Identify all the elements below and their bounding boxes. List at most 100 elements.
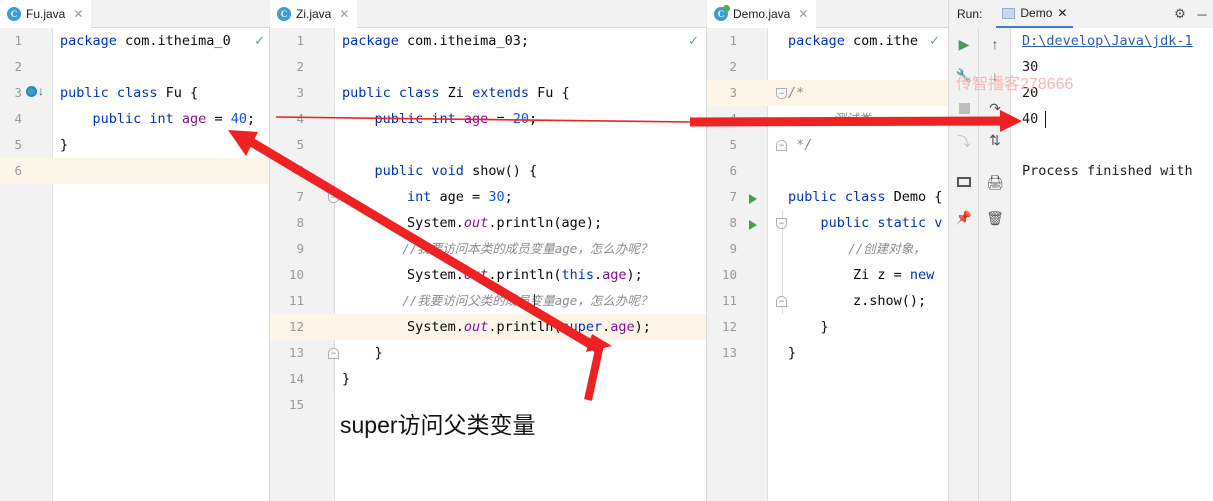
line-number: 3 [729, 85, 737, 100]
code-line: public class Zi extends Fu { [342, 85, 570, 101]
code-line: package com.itheima_0 [60, 33, 231, 49]
code-line: z.show(); [788, 293, 927, 309]
close-icon[interactable]: ✕ [1057, 6, 1067, 20]
run-label: Run: [957, 7, 983, 21]
line-number: 8 [729, 215, 737, 230]
console-caret [1045, 111, 1046, 128]
console-output[interactable]: D:\develop\Java\jdk-1 30 20 40 Process f… [1012, 28, 1213, 501]
code-line: /* [788, 85, 805, 101]
tab-zi-java[interactable]: C Zi.java ✕ [270, 0, 358, 28]
run-method-icon[interactable] [749, 194, 757, 204]
code-line: public class Demo { [788, 189, 943, 205]
line-number: 7 [729, 189, 737, 204]
run-tab-demo[interactable]: Demo ✕ [996, 0, 1074, 28]
line-number: 13 [288, 345, 304, 360]
code-line: */ [788, 137, 813, 153]
code-line: public int age = 20; [374, 111, 538, 127]
code-line: } [788, 319, 829, 335]
stop-button[interactable] [949, 94, 979, 122]
layout-button[interactable] [949, 168, 979, 196]
line-number: 12 [288, 319, 304, 334]
line-number: 13 [721, 345, 737, 360]
inspection-ok-check-icon[interactable]: ✓ [254, 34, 265, 47]
line-number: 5 [14, 137, 22, 152]
run-tool-window-header: Run: Demo ✕ ⚙ ─ [949, 0, 1213, 28]
fold-open-icon[interactable]: − [328, 192, 339, 203]
print-button[interactable]: 🖨 [979, 168, 1011, 196]
overridden-member-icon[interactable]: ↓ [26, 85, 44, 97]
run-tab-label: Demo [1020, 6, 1053, 20]
code-line: System.out.println(super.age); [342, 319, 651, 335]
code-line: public class Fu { [60, 85, 199, 101]
arrow-down-icon: ↓ [991, 68, 999, 84]
line-number: 3 [296, 85, 304, 100]
wrench-icon: 🔧 [955, 68, 973, 83]
next-occurrence-button[interactable]: ↓ [979, 62, 1011, 90]
line-number: 12 [721, 319, 737, 334]
inspection-ok-check-icon[interactable]: ✓ [688, 34, 699, 47]
line-number: 3 [14, 85, 22, 100]
gear-icon[interactable]: ⚙ [1169, 0, 1191, 28]
close-icon[interactable]: ✕ [798, 8, 808, 20]
resume-icon: ⤵ [957, 133, 971, 149]
fold-open-icon[interactable]: − [776, 88, 787, 99]
stop-icon [958, 102, 970, 114]
line-number: 8 [296, 215, 304, 230]
resume-button[interactable]: ⤵ [949, 126, 979, 154]
editor-pane-fu[interactable]: 1 2 3 4 5 6 ↓ package com.itheima_0 publ… [0, 28, 270, 501]
clear-all-button[interactable]: 🗑 [979, 204, 1011, 232]
close-icon[interactable]: ✕ [339, 8, 349, 20]
scroll-to-end-button[interactable]: ⇅ [979, 126, 1011, 154]
layout-icon [957, 177, 971, 187]
line-number: 11 [288, 293, 304, 308]
pin-button[interactable]: 📌 [949, 204, 979, 232]
rerun-button[interactable]: ▶ [949, 30, 979, 58]
tab-fu-java[interactable]: C Fu.java ✕ [0, 0, 92, 28]
fold-close-icon[interactable]: − [776, 296, 787, 307]
line-number: 11 [721, 293, 737, 308]
line-number: 14 [288, 371, 304, 386]
soft-wrap-icon: ↷ [989, 99, 1001, 116]
pin-icon: 📌 [955, 210, 973, 225]
code-line: } [342, 345, 383, 361]
editor-pane-demo[interactable]: 1 2 3 4 5 6 7 8 9 10 11 12 13 − − − − pa… [707, 28, 948, 501]
console-output-line: 20 [1022, 85, 1039, 101]
minimize-icon[interactable]: ─ [1191, 0, 1213, 28]
code-comment-line: //我要访问父类的成员变量age，怎么办呢？ [342, 293, 653, 308]
console-icon [1002, 7, 1016, 19]
code-comment-line: //创建对象， [788, 241, 926, 256]
fold-close-icon[interactable]: − [776, 140, 787, 151]
edit-configuration-button[interactable]: 🔧 [949, 62, 979, 90]
run-console-body: ▶ 🔧 ⤵ 📌 ↑ ↓ ↷ ⇅ 🖨 🗑 D:\develop\Java\jdk-… [949, 28, 1213, 501]
run-tool-window: Run: Demo ✕ ⚙ ─ ▶ 🔧 ⤵ 📌 ↑ ↓ ↷ ⇅ 🖨 🗑 D:\d… [948, 0, 1213, 501]
code-line: int age = 30; [407, 189, 513, 205]
console-output-line: 40 [1022, 111, 1039, 127]
line-number: 10 [288, 267, 304, 282]
code-line: } [60, 137, 69, 153]
scroll-to-end-icon: ⇅ [989, 131, 1001, 148]
mouse-text-cursor [534, 294, 535, 311]
code-line: } [342, 371, 351, 387]
fold-open-icon[interactable]: − [776, 218, 787, 229]
tab-demo-java[interactable]: C Demo.java ✕ [707, 0, 817, 28]
run-left-toolbar: ▶ 🔧 ⤵ 📌 [949, 28, 979, 501]
fold-close-icon[interactable]: − [328, 348, 339, 359]
run-method-icon[interactable] [749, 220, 757, 230]
tab-label: Demo.java [733, 6, 791, 21]
line-number: 2 [729, 59, 737, 74]
line-number: 7 [296, 189, 304, 204]
line-number: 1 [296, 33, 304, 48]
soft-wrap-button[interactable]: ↷ [979, 94, 1011, 122]
close-icon[interactable]: ✕ [73, 8, 83, 20]
editor-pane-zi[interactable]: 1 2 3 4 5 6 7 8 9 10 11 12 13 14 15 − − … [270, 28, 707, 501]
code-line: public void show() { [374, 163, 538, 179]
inspection-ok-check-icon[interactable]: ✓ [929, 34, 940, 47]
fold-region-bar [334, 184, 335, 392]
console-command-line[interactable]: D:\develop\Java\jdk-1 [1022, 28, 1193, 54]
line-number: 6 [14, 163, 22, 178]
code-comment-line: //我要访问本类的成员变量age，怎么办呢？ [342, 241, 653, 256]
code-line: } [788, 345, 797, 361]
prev-occurrence-button[interactable]: ↑ [979, 30, 1011, 58]
line-number: 4 [729, 111, 737, 126]
caret-line-highlight [0, 158, 270, 184]
